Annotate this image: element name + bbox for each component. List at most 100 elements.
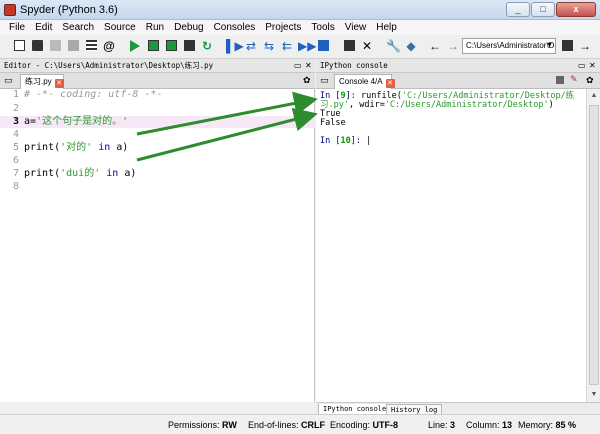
step-into-icon[interactable]: ⇆: [262, 39, 276, 53]
spyder-app-icon: [4, 4, 16, 16]
window-controls: _ □ x: [506, 2, 596, 17]
outline-list-icon[interactable]: [84, 39, 98, 53]
code-token: '这个句子是对的。': [36, 116, 129, 127]
ipython-console[interactable]: In [9]: runfile('C:/Users/Administrator/…: [316, 89, 586, 412]
run-cell-advance-icon[interactable]: [164, 39, 178, 53]
code-token: in: [106, 168, 119, 179]
code-editor[interactable]: 1 # -*- coding: utf-8 -*- 2 3 a='这个句子是对的…: [0, 89, 315, 402]
code-token: a=: [24, 116, 37, 127]
python-path-icon[interactable]: ◆: [404, 39, 418, 53]
menu-view[interactable]: View: [340, 22, 372, 33]
code-line: 1 # -*- coding: utf-8 -*-: [0, 89, 315, 101]
continue-icon[interactable]: ▶▶: [298, 39, 316, 53]
run-cell-icon[interactable]: [146, 39, 160, 53]
line-number: 6: [12, 155, 19, 166]
run-selection-icon[interactable]: [182, 39, 196, 53]
code-token: in: [98, 142, 111, 153]
menu-run[interactable]: Run: [141, 22, 169, 33]
column-value: 13: [502, 420, 513, 430]
line-value: 3: [450, 420, 456, 430]
permissions-label: Permissions:: [168, 420, 220, 430]
tab-console-4a[interactable]: Console 4/A ✕: [334, 74, 395, 89]
browse-tabs-icon[interactable]: ▭: [320, 75, 329, 86]
preferences-wrench-icon[interactable]: 🔧: [386, 39, 401, 53]
code-token: '对的': [60, 142, 93, 153]
line-number: 2: [12, 103, 19, 114]
menu-edit[interactable]: Edit: [30, 22, 57, 33]
working-directory-select[interactable]: C:\Users\Administrator\Desktop ▼: [462, 38, 556, 54]
memory-value: 85 %: [555, 420, 577, 430]
code-token: a): [118, 168, 137, 179]
browse-folder-icon[interactable]: [560, 39, 574, 53]
status-bar: Permissions: RW End-of-lines: CRLF Encod…: [0, 414, 600, 434]
browse-tabs-icon[interactable]: ▭: [4, 75, 13, 86]
eol-status: End-of-lines: CRLF: [248, 419, 325, 431]
close-button[interactable]: x: [556, 2, 596, 17]
code-line: 8: [0, 181, 315, 193]
close-tab-icon[interactable]: ✕: [385, 79, 395, 88]
line-number: 5: [12, 142, 19, 153]
code-text: a='这个句子是对的。': [24, 116, 128, 128]
line-status: Line: 3: [428, 419, 455, 431]
console-tab-bar: ▭ Console 4/A ✕ ✎ ✿: [316, 73, 600, 89]
menu-consoles[interactable]: Consoles: [209, 22, 261, 33]
menu-file[interactable]: File: [4, 22, 30, 33]
minimize-button[interactable]: _: [506, 2, 530, 17]
line-number: 8: [12, 181, 19, 192]
run-icon[interactable]: [128, 39, 142, 53]
maximize-button[interactable]: □: [531, 2, 555, 17]
menu-source[interactable]: Source: [99, 22, 141, 33]
tab-lianxi-py[interactable]: 练习.py ✕: [20, 74, 64, 89]
at-sign-icon[interactable]: @: [102, 39, 116, 53]
stop-kernel-icon[interactable]: [556, 76, 564, 84]
console-prompt: In [10]: |: [320, 137, 371, 146]
new-file-icon[interactable]: [12, 39, 26, 53]
code-token: print(: [24, 168, 61, 179]
console-scrollbar[interactable]: ▲ ▼: [586, 89, 600, 402]
code-line: 5 print('对的' in a): [0, 142, 315, 154]
scroll-thumb[interactable]: [589, 105, 599, 385]
close-tab-icon[interactable]: ✕: [54, 79, 64, 88]
close-pane-icon[interactable]: ✕: [305, 59, 312, 73]
step-return-icon[interactable]: ⇇: [280, 39, 294, 53]
console-output-false: False: [320, 119, 346, 128]
chevron-down-icon: ▼: [546, 42, 553, 49]
save-all-icon[interactable]: [66, 39, 80, 53]
edit-icon[interactable]: ✎: [570, 74, 578, 85]
column-status: Column: 13: [466, 419, 512, 431]
rerun-icon[interactable]: ↻: [200, 39, 214, 53]
line-label: Line:: [428, 420, 448, 430]
stop-debug-icon[interactable]: [316, 39, 330, 53]
fullscreen-icon[interactable]: ✕: [360, 39, 374, 53]
code-text: # -*- coding: utf-8 -*-: [24, 89, 162, 101]
menu-bar: File Edit Search Source Run Debug Consol…: [0, 20, 600, 35]
code-token: print(: [24, 142, 61, 153]
code-line-current: 3 a='这个句子是对的。': [0, 116, 315, 128]
undock-icon[interactable]: ▭: [578, 59, 586, 73]
step-icon[interactable]: ⇄: [244, 39, 258, 53]
options-gear-icon[interactable]: ✿: [586, 75, 594, 86]
code-line: 7 print('dui的' in a): [0, 168, 315, 180]
menu-help[interactable]: Help: [371, 22, 402, 33]
save-file-icon[interactable]: [48, 39, 62, 53]
menu-debug[interactable]: Debug: [169, 22, 208, 33]
menu-search[interactable]: Search: [57, 22, 99, 33]
menu-tools[interactable]: Tools: [306, 22, 339, 33]
scroll-down-icon[interactable]: ▼: [587, 388, 600, 402]
code-text: print('dui的' in a): [24, 168, 136, 180]
title-bar: Spyder (Python 3.6) _ □ x: [0, 0, 600, 20]
options-gear-icon[interactable]: ✿: [303, 75, 311, 86]
menu-projects[interactable]: Projects: [260, 22, 306, 33]
debug-icon[interactable]: ▌▶: [226, 39, 244, 53]
back-arrow-icon[interactable]: ←: [428, 39, 442, 53]
close-pane-icon[interactable]: ✕: [589, 59, 596, 73]
open-file-icon[interactable]: [30, 39, 44, 53]
scroll-up-icon[interactable]: ▲: [587, 89, 600, 103]
undock-icon[interactable]: ▭: [294, 59, 302, 73]
forward-arrow-icon[interactable]: →: [446, 39, 460, 53]
code-text: print('对的' in a): [24, 142, 128, 154]
parent-dir-arrow-icon[interactable]: →: [578, 39, 592, 53]
maximize-pane-icon[interactable]: [342, 39, 356, 53]
console-token: ]:: [350, 136, 367, 146]
console-pane-title: IPython console: [320, 61, 388, 70]
